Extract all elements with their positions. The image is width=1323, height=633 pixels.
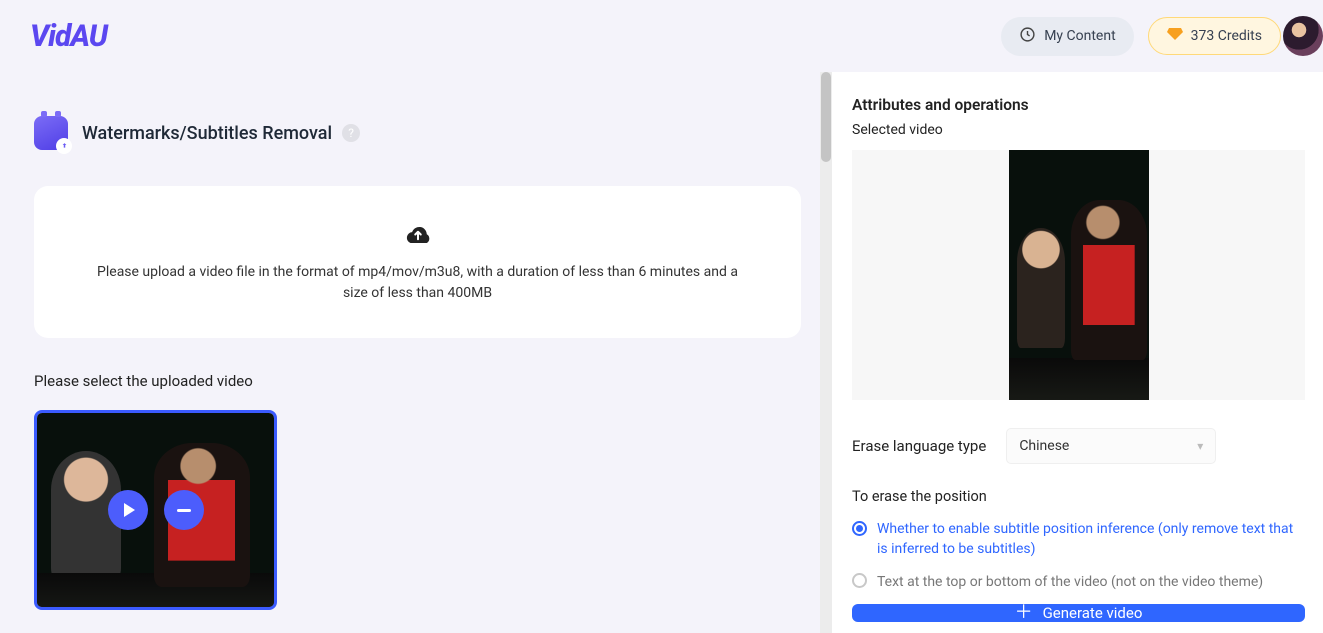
- diamond-icon: [1167, 27, 1183, 45]
- generate-label: Generate video: [1043, 604, 1143, 622]
- header: VidAU My Content 373 Credits: [0, 0, 1323, 72]
- thumb-controls: [108, 490, 204, 530]
- page-title: Watermarks/Subtitles Removal: [82, 123, 332, 144]
- scrollbar-thumb[interactable]: [821, 72, 831, 162]
- my-content-button[interactable]: My Content: [1001, 17, 1133, 56]
- credits-button[interactable]: 373 Credits: [1148, 17, 1281, 55]
- play-button[interactable]: [108, 490, 148, 530]
- selected-video-preview[interactable]: [852, 150, 1305, 400]
- radio-label: Text at the top or bottom of the video (…: [877, 572, 1263, 592]
- play-icon: [124, 503, 135, 517]
- selected-video-label: Selected video: [852, 122, 1317, 138]
- preview-image: [1009, 150, 1149, 400]
- erase-language-select[interactable]: Chinese ▾: [1006, 428, 1216, 464]
- radio-icon: [852, 521, 867, 536]
- upload-box[interactable]: Please upload a video file in the format…: [34, 186, 801, 338]
- avatar[interactable]: [1283, 16, 1323, 56]
- logo[interactable]: VidAU: [30, 19, 107, 54]
- remove-button[interactable]: [164, 490, 204, 530]
- erase-option-inference[interactable]: Whether to enable subtitle position infe…: [852, 519, 1301, 560]
- generate-video-button[interactable]: ＋ Generate video: [852, 604, 1305, 622]
- main: Watermarks/Subtitles Removal ? Please up…: [0, 72, 1323, 633]
- radio-icon: [852, 573, 867, 588]
- right-panel: Attributes and operations Selected video…: [831, 72, 1323, 633]
- chevron-down-icon: ▾: [1197, 439, 1203, 453]
- erase-option-topbottom[interactable]: Text at the top or bottom of the video (…: [852, 572, 1301, 592]
- tool-icon: [34, 116, 68, 150]
- clock-icon: [1019, 26, 1036, 47]
- minus-icon: [177, 509, 191, 512]
- uploaded-video-thumb[interactable]: [34, 410, 277, 610]
- erase-language-value: Chinese: [1019, 438, 1069, 454]
- my-content-label: My Content: [1044, 28, 1115, 44]
- upload-instructions: Please upload a video file in the format…: [94, 262, 741, 304]
- cloud-upload-icon: [94, 220, 741, 250]
- erase-position-title: To erase the position: [852, 488, 1317, 505]
- page-title-row: Watermarks/Subtitles Removal ?: [34, 116, 801, 150]
- radio-label: Whether to enable subtitle position infe…: [877, 519, 1301, 560]
- select-uploaded-label: Please select the uploaded video: [34, 372, 801, 390]
- plus-icon: ＋: [1015, 604, 1033, 622]
- credits-label: 373 Credits: [1191, 28, 1262, 44]
- left-panel: Watermarks/Subtitles Removal ? Please up…: [0, 72, 831, 633]
- upload-badge-icon: [56, 138, 72, 154]
- erase-language-row: Erase language type Chinese ▾: [852, 428, 1305, 464]
- header-right: My Content 373 Credits: [1001, 16, 1299, 56]
- attributes-title: Attributes and operations: [852, 96, 1317, 114]
- erase-language-label: Erase language type: [852, 437, 986, 455]
- help-icon[interactable]: ?: [342, 124, 360, 142]
